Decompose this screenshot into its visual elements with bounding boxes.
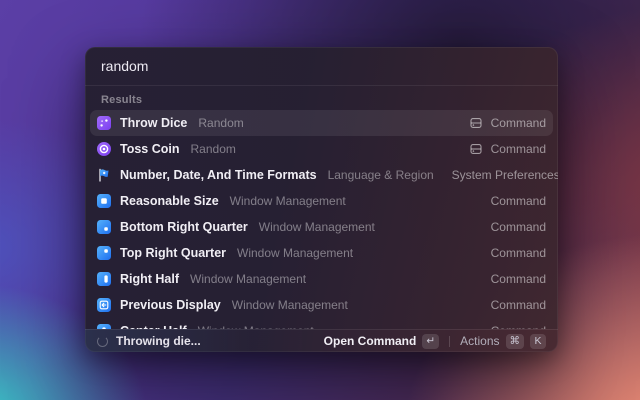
- result-row[interactable]: Right Half Window Management Command: [90, 266, 553, 292]
- actions-label: Actions: [460, 334, 499, 348]
- results-section-label: Results: [85, 86, 558, 110]
- k-key-icon: K: [530, 334, 546, 349]
- result-type-label: Command: [491, 298, 546, 312]
- status-text: Throwing die...: [116, 334, 201, 348]
- window-bottom-right-icon: [97, 220, 111, 234]
- result-type-label: Command: [491, 272, 546, 286]
- result-subtitle: Window Management: [230, 194, 346, 208]
- flag-icon: [97, 168, 111, 182]
- return-key-icon: ↵: [422, 334, 439, 349]
- search-input[interactable]: [101, 58, 542, 74]
- result-row[interactable]: Number, Date, And Time Formats Language …: [90, 162, 553, 188]
- result-subtitle: Random: [191, 142, 236, 156]
- result-title: Number, Date, And Time Formats: [120, 168, 317, 182]
- window-right-half-icon: [97, 272, 111, 286]
- result-subtitle: Language & Region: [328, 168, 434, 182]
- result-title: Bottom Right Quarter: [120, 220, 248, 234]
- coin-icon: [97, 142, 111, 156]
- result-title: Toss Coin: [120, 142, 180, 156]
- window-center-square-icon: [97, 194, 111, 208]
- result-subtitle: Window Management: [237, 246, 353, 260]
- result-type-label: Command: [491, 142, 546, 156]
- command-key-icon: ⌘: [506, 334, 525, 349]
- result-subtitle: Random: [198, 116, 243, 130]
- result-row[interactable]: Throw Dice Random Command: [90, 110, 553, 136]
- result-subtitle: Window Management: [190, 272, 306, 286]
- search-bar: [85, 47, 558, 85]
- display-arrow-left-icon: [97, 298, 111, 312]
- result-type-label: Command: [491, 116, 546, 130]
- result-type-label: Command: [491, 220, 546, 234]
- result-title: Previous Display: [120, 298, 221, 312]
- open-command-button[interactable]: Open Command ↵: [324, 334, 439, 349]
- result-row[interactable]: Previous Display Window Management Comma…: [90, 292, 553, 318]
- open-command-label: Open Command: [324, 334, 417, 348]
- result-row[interactable]: Reasonable Size Window Management Comman…: [90, 188, 553, 214]
- actions-button[interactable]: Actions ⌘ K: [460, 334, 546, 349]
- results-list: Throw Dice Random Command Toss Coin Rand…: [85, 110, 558, 329]
- result-title: Right Half: [120, 272, 179, 286]
- footer-divider: [449, 336, 450, 347]
- command-icon: [470, 117, 482, 129]
- result-subtitle: Window Management: [232, 298, 348, 312]
- result-row[interactable]: Toss Coin Random Command: [90, 136, 553, 162]
- result-subtitle: Window Management: [259, 220, 375, 234]
- result-row[interactable]: Bottom Right Quarter Window Management C…: [90, 214, 553, 240]
- result-title: Throw Dice: [120, 116, 187, 130]
- result-row[interactable]: Center Half Window Management Command: [90, 318, 553, 329]
- window-top-right-icon: [97, 246, 111, 260]
- launcher-window: Results Throw Dice Random Command Toss C…: [85, 47, 558, 352]
- command-icon: [470, 143, 482, 155]
- result-type-label: Command: [491, 246, 546, 260]
- result-title: Reasonable Size: [120, 194, 219, 208]
- dice-icon: [97, 116, 111, 130]
- result-type-label: Command: [491, 194, 546, 208]
- result-row[interactable]: Top Right Quarter Window Management Comm…: [90, 240, 553, 266]
- footer-bar: Throwing die... Open Command ↵ Actions ⌘…: [85, 329, 558, 352]
- result-type-label: System Preferences: [452, 168, 558, 182]
- result-title: Top Right Quarter: [120, 246, 226, 260]
- loading-spinner-icon: [97, 336, 108, 347]
